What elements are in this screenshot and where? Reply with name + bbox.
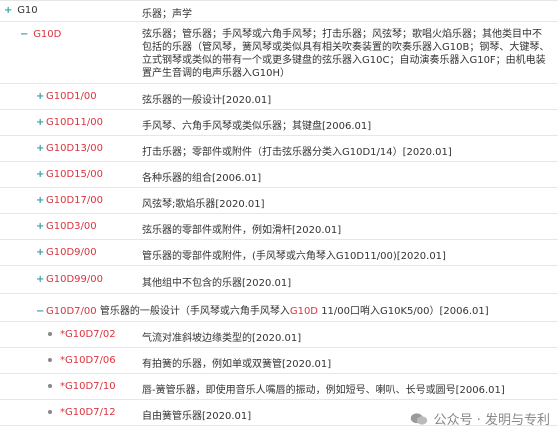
tree-node-symbol[interactable]: *G10D7/02 [48,329,116,340]
classification-title: 有拍簧的乐器，例如单或双簧管[2020.01] [142,359,332,370]
classification-code: G10D9/00 [46,247,97,258]
tree-row[interactable]: + G10 乐器；声学 [0,0,558,22]
wechat-icon [410,412,427,425]
tree-row[interactable]: + G10D11/00 手风琴、六角手风琴或类似乐器；其键盘[2006.01] [0,110,558,136]
expand-icon[interactable]: + [4,5,14,16]
bullet-icon [48,410,52,414]
classification-code: G10D3/00 [46,221,97,232]
classification-code: G10 [17,5,38,16]
expand-icon[interactable]: + [36,221,46,232]
classification-title: 各种乐器的组合[2006.01] [142,173,262,184]
classification-code: G10D7/00 [46,306,97,317]
collapse-icon[interactable]: − [20,29,30,40]
tree-row[interactable]: *G10D7/06 有拍簧的乐器，例如单或双簧管[2020.01] [0,348,558,374]
classification-title: 唇-簧管乐器，即使用音乐人嘴唇的振动，例如短号、喇叭、长号或圆号[2006.01… [142,385,505,396]
tree-node-symbol[interactable]: + G10D3/00 [36,221,97,232]
classification-code: G10D11/00 [46,117,103,128]
tree-node-symbol[interactable]: *G10D7/06 [48,355,116,366]
tree-node-symbol[interactable]: + G10D99/00 [36,274,103,285]
tree-node-symbol[interactable]: + G10D17/00 [36,195,103,206]
tree-node-symbol[interactable]: + G10D13/00 [36,143,103,154]
tree-node-symbol[interactable]: + G10 [4,5,38,16]
classification-code: G10D17/00 [46,195,103,206]
expand-icon[interactable]: + [36,247,46,258]
classification-code: G10D7/02 [65,329,116,340]
classification-code: G10D1/00 [46,91,97,102]
expand-icon[interactable]: + [36,117,46,128]
tree-row[interactable]: + G10D13/00 打击乐器；零部件或附件（打击弦乐器分类入G10D1/14）… [0,136,558,162]
classification-code: G10D99/00 [46,274,103,285]
tree-row[interactable]: − G10D 弦乐器；管乐器；手风琴或六角手风琴；打击乐器；风弦琴；歌唱火焰乐器… [0,22,558,84]
classification-title: 弦乐器的零部件或附件，例如滑杆[2020.01] [142,225,342,236]
classification-title: 气流对准斜坡边缘类型的[2020.01] [142,333,302,344]
classification-title: 管乐器的零部件或附件，(手风琴或六角琴入G10D11/00)[2020.01] [142,251,446,262]
expand-icon[interactable]: + [36,274,46,285]
classification-reference[interactable]: G10D [290,306,318,317]
classification-title: 手风琴、六角手风琴或类似乐器；其键盘[2006.01] [142,121,372,132]
watermark-text: 公众号 · 发明与专利 [433,413,550,428]
expand-icon[interactable]: + [36,195,46,206]
classification-title: 乐器；声学 [142,9,192,20]
classification-code: G10D7/10 [65,381,116,392]
expand-icon[interactable]: + [36,143,46,154]
classification-code: G10D7/12 [65,407,116,418]
tree-row[interactable]: + G10D99/00 其他组中不包含的乐器[2020.01] [0,266,558,294]
tree-row[interactable]: + G10D1/00 弦乐器的一般设计[2020.01] [0,84,558,110]
expand-icon[interactable]: + [36,91,46,102]
tree-row[interactable]: + G10D17/00 风弦琴;歌焰乐器[2020.01] [0,188,558,214]
classification-title: 管乐器的一般设计（手风琴或六角手风琴入 [96,306,290,317]
tree-node-symbol[interactable]: *G10D7/10 [48,381,116,392]
bullet-icon [48,358,52,362]
tree-node-symbol[interactable]: + G10D11/00 [36,117,103,128]
collapse-icon[interactable]: − [36,306,46,317]
tree-node-symbol[interactable]: + G10D1/00 [36,91,97,102]
bullet-icon [48,332,52,336]
classification-title: 其他组中不包含的乐器[2020.01] [142,278,292,289]
tree-node-symbol[interactable]: − G10D [20,29,61,40]
classification-code: G10D13/00 [46,143,103,154]
tree-row[interactable]: + G10D9/00 管乐器的零部件或附件，(手风琴或六角琴入G10D11/00)… [0,240,558,266]
tree-row[interactable]: + G10D3/00 弦乐器的零部件或附件，例如滑杆[2020.01] [0,214,558,240]
tree-node-symbol[interactable]: + G10D9/00 [36,247,97,258]
tree-node-symbol[interactable]: + G10D15/00 [36,169,103,180]
classification-title-suffix: 11/00口哨入G10K5/00）[2006.01] [318,306,489,317]
classification-title: 风弦琴;歌焰乐器[2020.01] [142,199,265,210]
classification-code: G10D7/06 [65,355,116,366]
tree-node-symbol[interactable]: − G10D7/00 管乐器的一般设计（手风琴或六角手风琴入G10D 11/00口… [36,302,489,317]
tree-row[interactable]: + G10D15/00 各种乐器的组合[2006.01] [0,162,558,188]
tree-row[interactable]: − G10D7/00 管乐器的一般设计（手风琴或六角手风琴入G10D 11/00口… [0,294,558,322]
tree-row[interactable]: *G10D7/10 唇-簧管乐器，即使用音乐人嘴唇的振动，例如短号、喇叭、长号或… [0,374,558,400]
classification-title: 弦乐器；管乐器；手风琴或六角手风琴；打击乐器；风弦琴；歌唱火焰乐器；其他类目中不… [142,29,550,79]
watermark: 公众号 · 发明与专利 [410,409,550,428]
tree-node-symbol[interactable]: *G10D7/12 [48,407,116,418]
classification-code: G10D [33,29,62,40]
classification-code: G10D15/00 [46,169,103,180]
classification-title: 弦乐器的一般设计[2020.01] [142,95,272,106]
bullet-icon [48,384,52,388]
expand-icon[interactable]: + [36,169,46,180]
tree-row[interactable]: *G10D7/02 气流对准斜坡边缘类型的[2020.01] [0,322,558,348]
classification-title: 打击乐器；零部件或附件（打击弦乐器分类入G10D1/14）[2020.01] [142,147,452,158]
